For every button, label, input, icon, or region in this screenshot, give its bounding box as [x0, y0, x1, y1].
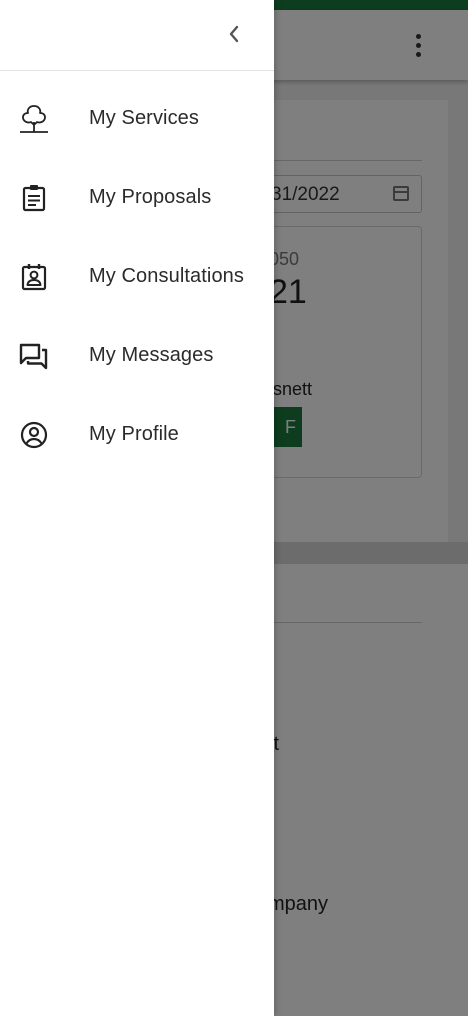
- drawer-item-label: My Consultations: [89, 265, 244, 287]
- chevron-left-icon: [227, 24, 241, 49]
- tree-icon: [18, 103, 50, 135]
- drawer-header: [0, 0, 274, 71]
- drawer-item-my-services[interactable]: My Services: [0, 79, 274, 158]
- chat-bubbles-icon: [18, 340, 50, 372]
- drawer-menu: My Services My Proposals My Consultation…: [0, 79, 274, 474]
- drawer-item-label: My Profile: [89, 423, 179, 445]
- clipboard-icon: [18, 182, 50, 214]
- collapse-drawer-button[interactable]: [218, 20, 250, 52]
- drawer-item-label: My Messages: [89, 344, 214, 366]
- drawer-item-my-profile[interactable]: My Profile: [0, 395, 274, 474]
- drawer-item-label: My Services: [89, 107, 200, 129]
- drawer-item-my-consultations[interactable]: My Consultations: [0, 237, 274, 316]
- drawer-item-my-messages[interactable]: My Messages: [0, 316, 274, 395]
- drawer-item-label: My Proposals: [89, 186, 212, 208]
- navigation-drawer: My Services My Proposals My Consultation…: [0, 0, 274, 1016]
- drawer-item-my-proposals[interactable]: My Proposals: [0, 158, 274, 237]
- contact-badge-icon: [18, 261, 50, 293]
- user-circle-icon: [18, 419, 50, 451]
